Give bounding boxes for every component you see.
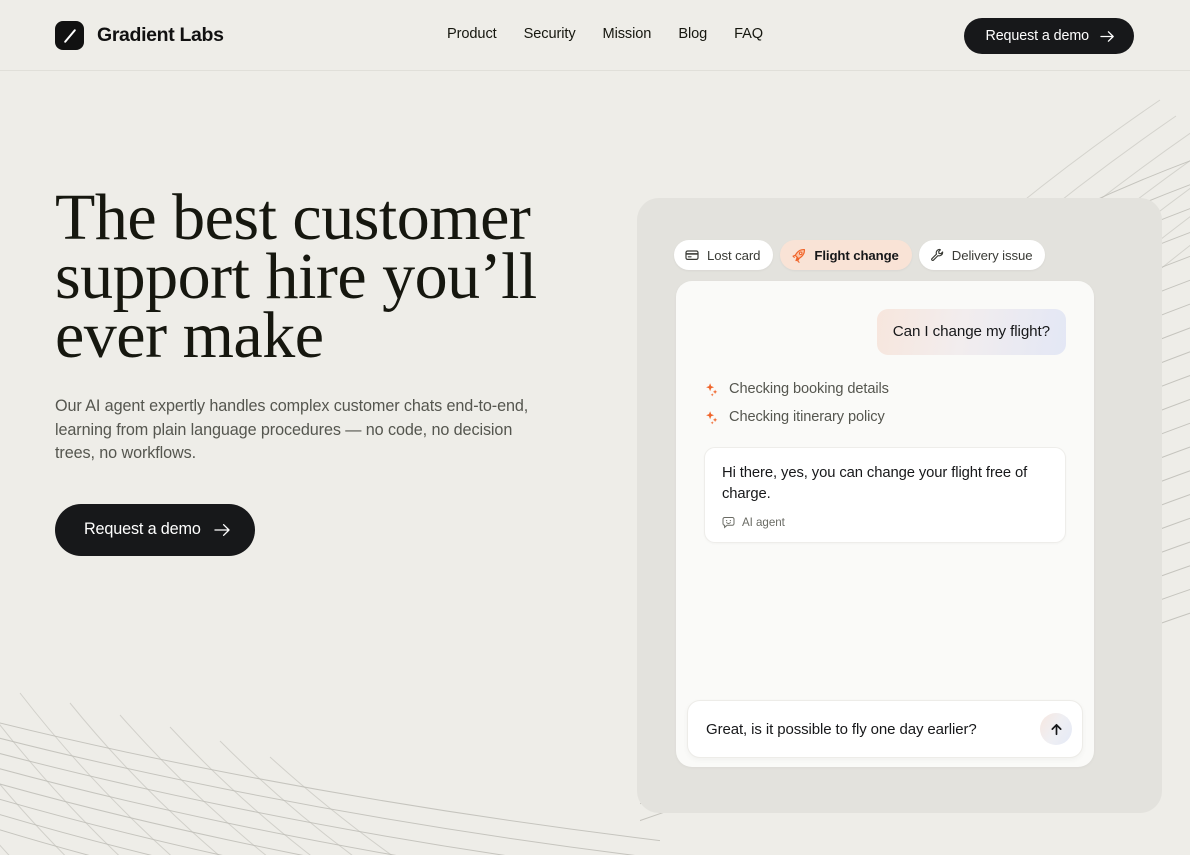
user-message-bubble: Can I change my flight? xyxy=(876,309,1066,355)
send-message-button[interactable] xyxy=(1040,713,1072,745)
arrow-right-icon xyxy=(214,523,230,536)
agent-reply-author: AI agent xyxy=(722,516,1048,529)
status-item-label: Checking itinerary policy xyxy=(729,409,885,425)
hero-request-demo-button[interactable]: Request a demo xyxy=(55,503,255,556)
hero-subheading: Our AI agent expertly handles complex cu… xyxy=(55,397,529,462)
agent-reply-author-label: AI agent xyxy=(742,516,785,529)
arrow-right-icon xyxy=(1100,30,1114,42)
header-request-demo-label: Request a demo xyxy=(985,28,1089,44)
hero-section: The best customer support hire you’ll ev… xyxy=(55,181,615,556)
user-message-row: Can I change my flight? xyxy=(704,309,1066,355)
chat-messages: Can I change my flight? Checking booking… xyxy=(676,281,1094,543)
nav-item-product[interactable]: Product xyxy=(447,26,497,42)
demo-scenario-tabs: Lost card Flight change Delivery issue xyxy=(674,240,1046,270)
chat-message-input[interactable] xyxy=(706,720,1040,738)
sparkles-icon xyxy=(706,410,718,424)
agent-reply-text: Hi there, yes, you can change your fligh… xyxy=(722,465,1028,502)
chat-composer xyxy=(687,700,1083,758)
tab-lost-card[interactable]: Lost card xyxy=(674,240,774,270)
tab-lost-card-label: Lost card xyxy=(707,247,761,263)
arrow-up-icon xyxy=(1050,723,1062,735)
nav-item-mission[interactable]: Mission xyxy=(603,26,652,42)
page-root: Gradient Labs Product Security Mission B… xyxy=(0,0,1190,855)
chat-smiley-icon xyxy=(722,517,735,529)
tab-flight-change-label: Flight change xyxy=(814,247,899,263)
page-title: The best customer support hire you’ll ev… xyxy=(55,181,537,372)
sparkles-icon xyxy=(706,382,718,396)
nav-item-blog[interactable]: Blog xyxy=(678,26,707,42)
status-item: Checking booking details xyxy=(704,381,1066,397)
rocket-icon xyxy=(791,248,806,263)
agent-reply-card: Hi there, yes, you can change your fligh… xyxy=(704,447,1066,543)
main-nav: Product Security Mission Blog FAQ xyxy=(447,26,763,42)
gradient-slash-logo-icon xyxy=(55,21,84,50)
nav-item-security[interactable]: Security xyxy=(524,26,576,42)
wrench-icon xyxy=(930,248,944,262)
tab-flight-change[interactable]: Flight change xyxy=(780,240,912,270)
brand-name: Gradient Labs xyxy=(97,24,224,46)
agent-status-list: Checking booking details Checking itiner… xyxy=(704,381,1066,425)
status-item-label: Checking booking details xyxy=(729,381,889,397)
tab-delivery-issue[interactable]: Delivery issue xyxy=(918,240,1046,270)
site-header: Gradient Labs Product Security Mission B… xyxy=(0,0,1190,71)
tab-delivery-issue-label: Delivery issue xyxy=(951,247,1033,263)
chat-conversation-card: Can I change my flight? Checking booking… xyxy=(676,281,1094,767)
status-item: Checking itinerary policy xyxy=(704,409,1066,425)
decorative-mesh-lines-left xyxy=(0,692,660,855)
brand-logo[interactable]: Gradient Labs xyxy=(55,21,224,50)
nav-item-faq[interactable]: FAQ xyxy=(734,26,763,42)
credit-card-icon xyxy=(685,248,699,262)
header-request-demo-button[interactable]: Request a demo xyxy=(964,18,1134,54)
hero-request-demo-label: Request a demo xyxy=(84,520,201,538)
